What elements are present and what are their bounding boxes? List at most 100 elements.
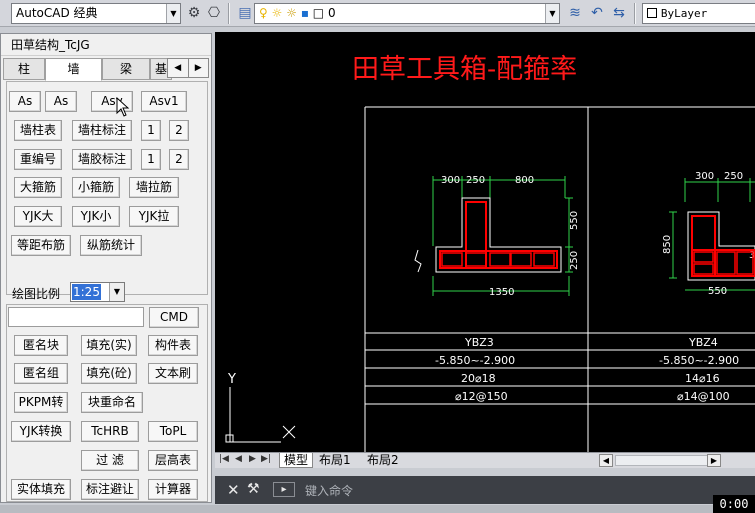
lightbulb-icon[interactable]: ♀: [259, 6, 268, 20]
scroll-right-icon[interactable]: ▶: [707, 454, 721, 467]
sun-icon[interactable]: ☼: [272, 6, 283, 20]
tab-layout2[interactable]: 布局2: [367, 453, 399, 467]
dimension-lines: [669, 178, 755, 291]
large-stirrup-button[interactable]: 大箍筋: [14, 177, 62, 198]
yjk-large-button[interactable]: YJK大: [14, 206, 62, 227]
topl-button[interactable]: ToPL: [148, 421, 198, 442]
layout-tab-bar: |◀ ◀ ▶ ▶| 模型 布局1 布局2 ◀ ▶: [215, 452, 755, 468]
command-history-icon[interactable]: ▸: [273, 482, 295, 497]
wall-outline: [435, 197, 562, 273]
yjk-convert-button[interactable]: YJK转换: [11, 421, 71, 442]
block-rename-button[interactable]: 块重命名: [81, 392, 143, 413]
renumber-button[interactable]: 重编号: [14, 149, 62, 170]
status-bar: [0, 505, 755, 513]
text-brush-button[interactable]: 文本刷: [148, 363, 198, 384]
ybz4-rebar: 14⌀16: [685, 372, 720, 385]
calculator-button[interactable]: 计算器: [148, 479, 198, 500]
yjk-tie-button[interactable]: YJK拉: [129, 206, 179, 227]
dim-top-1: 300: [695, 171, 714, 182]
command-input-placeholder[interactable]: 键入命令: [305, 482, 353, 499]
workspace-select[interactable]: AutoCAD 经典 ▼: [11, 3, 181, 24]
tab-wall[interactable]: 墙: [45, 58, 102, 81]
freeze-icon[interactable]: ☼: [286, 6, 297, 20]
option-1-button[interactable]: 1: [141, 120, 161, 141]
option-1-button[interactable]: 1: [141, 149, 161, 170]
workspace-value: AutoCAD 经典: [16, 6, 98, 20]
asv1-button[interactable]: Asv1: [141, 91, 187, 112]
column-ybz4-section: 300 250 850 3 550: [662, 171, 755, 297]
arrow-right-icon[interactable]: ▶: [187, 59, 209, 77]
nav-prev-icon[interactable]: ◀: [235, 454, 242, 464]
arrow-left-icon[interactable]: ◀: [168, 59, 188, 77]
fill-concrete-button[interactable]: 填充(砼): [81, 363, 137, 384]
layer-match-icon[interactable]: ⇆: [610, 4, 628, 22]
layer-properties-icon[interactable]: ▤: [236, 4, 254, 22]
dim-top-2: 250: [724, 171, 743, 182]
ucs-icon: [225, 387, 296, 443]
anonymous-block-button[interactable]: 匿名块: [14, 335, 68, 356]
tab-model[interactable]: 模型: [279, 453, 314, 468]
ucs-y-label: Y: [227, 372, 236, 387]
tab-layout1[interactable]: 布局1: [319, 453, 351, 467]
linetype-select[interactable]: ByLayer: [642, 3, 755, 24]
solid-fill-button[interactable]: 实体填充: [11, 479, 71, 500]
option-2-button[interactable]: 2: [169, 149, 189, 170]
tab-scroll[interactable]: ◀ ▶: [167, 58, 209, 78]
dimension-lines: [432, 176, 573, 296]
ybz4-elevation: -5.850~-2.900: [659, 354, 739, 367]
wall-column-table-button[interactable]: 墙柱表: [14, 120, 62, 141]
layer-select[interactable]: ♀ ☼ ☼ ▪ □ 0 ▼: [254, 3, 560, 24]
chevron-down-icon[interactable]: ▼: [109, 283, 124, 301]
command-line-bar[interactable]: ✕ ⚒ ▸ 键入命令: [215, 476, 755, 504]
tab-beam[interactable]: 梁: [102, 58, 150, 80]
fill-solid-button[interactable]: 填充(实): [81, 335, 137, 356]
workspace-settings-icon[interactable]: ⎔: [205, 4, 223, 22]
make-current-layer-icon[interactable]: ≋: [566, 4, 584, 22]
stirrup-ties: [693, 251, 754, 275]
as-button-1[interactable]: As: [9, 91, 41, 112]
tcjg-palette: 田草结构_TcJG 柱 墙 梁 基 ◀ ▶ As As Asv Asv1 墙柱表…: [0, 33, 212, 503]
floor-height-table-button[interactable]: 层高表: [148, 450, 198, 471]
as-button-2[interactable]: As: [45, 91, 77, 112]
horizontal-scrollbar[interactable]: [615, 455, 715, 466]
anonymous-group-button[interactable]: 匿名组: [14, 363, 68, 384]
nav-first-icon[interactable]: |◀: [219, 454, 229, 464]
wall-column-label-button[interactable]: 墙柱标注: [72, 120, 132, 141]
gear-icon[interactable]: ⚙: [185, 4, 203, 22]
chevron-down-icon[interactable]: ▼: [166, 4, 180, 23]
top-toolbar: AutoCAD 经典 ▼ ⚙ ⎔ ▤ ♀ ☼ ☼ ▪ □ 0 ▼ ≋ ↶ ⇆ B…: [0, 0, 755, 27]
ybz4-name: YBZ4: [688, 336, 718, 349]
small-stirrup-button[interactable]: 小箍筋: [72, 177, 120, 198]
tchrb-button[interactable]: TcHRB: [81, 421, 139, 442]
wall-tie-button[interactable]: 墙拉筋: [129, 177, 179, 198]
dim-top-1: 300: [441, 175, 460, 186]
cmd-button[interactable]: CMD: [149, 307, 199, 328]
nav-next-icon[interactable]: ▶: [249, 454, 256, 464]
dim-left: 850: [662, 235, 673, 254]
close-icon[interactable]: ✕: [227, 481, 240, 499]
drawing-title: 田草工具箱-配箍率: [352, 54, 577, 85]
longitudinal-rebar-stats-button[interactable]: 纵筋统计: [80, 235, 142, 256]
dim-right-bot: 250: [569, 251, 580, 270]
component-table-button[interactable]: 构件表: [148, 335, 198, 356]
pkpm-convert-button[interactable]: PKPM转: [14, 392, 68, 413]
palette-title: 田草结构_TcJG: [1, 34, 211, 56]
yjk-small-button[interactable]: YJK小: [72, 206, 120, 227]
lock-icon[interactable]: ▪: [301, 6, 309, 20]
command-input[interactable]: [8, 307, 144, 327]
equal-spacing-rebar-button[interactable]: 等距布筋: [11, 235, 71, 256]
column-ybz3-section: 300 250 800 550 250 1350: [414, 175, 580, 298]
layer-previous-icon[interactable]: ↶: [588, 4, 606, 22]
wall-glue-label-button[interactable]: 墙胶标注: [72, 149, 132, 170]
tab-column[interactable]: 柱: [3, 58, 45, 80]
stirrup-ties: [441, 252, 555, 267]
drawing-scale-select[interactable]: 1:25 ▼: [70, 282, 125, 302]
nav-last-icon[interactable]: ▶|: [261, 454, 271, 464]
drawing-canvas[interactable]: 田草工具箱-配箍率 300 250 800 550 250 1350 YBZ3 …: [215, 32, 755, 452]
scroll-left-icon[interactable]: ◀: [599, 454, 613, 467]
filter-button[interactable]: 过 滤: [81, 450, 139, 471]
dimension-avoid-button[interactable]: 标注避让: [81, 479, 139, 500]
option-2-button[interactable]: 2: [169, 120, 189, 141]
chevron-down-icon[interactable]: ▼: [545, 4, 559, 23]
wrench-icon[interactable]: ⚒: [247, 481, 260, 497]
